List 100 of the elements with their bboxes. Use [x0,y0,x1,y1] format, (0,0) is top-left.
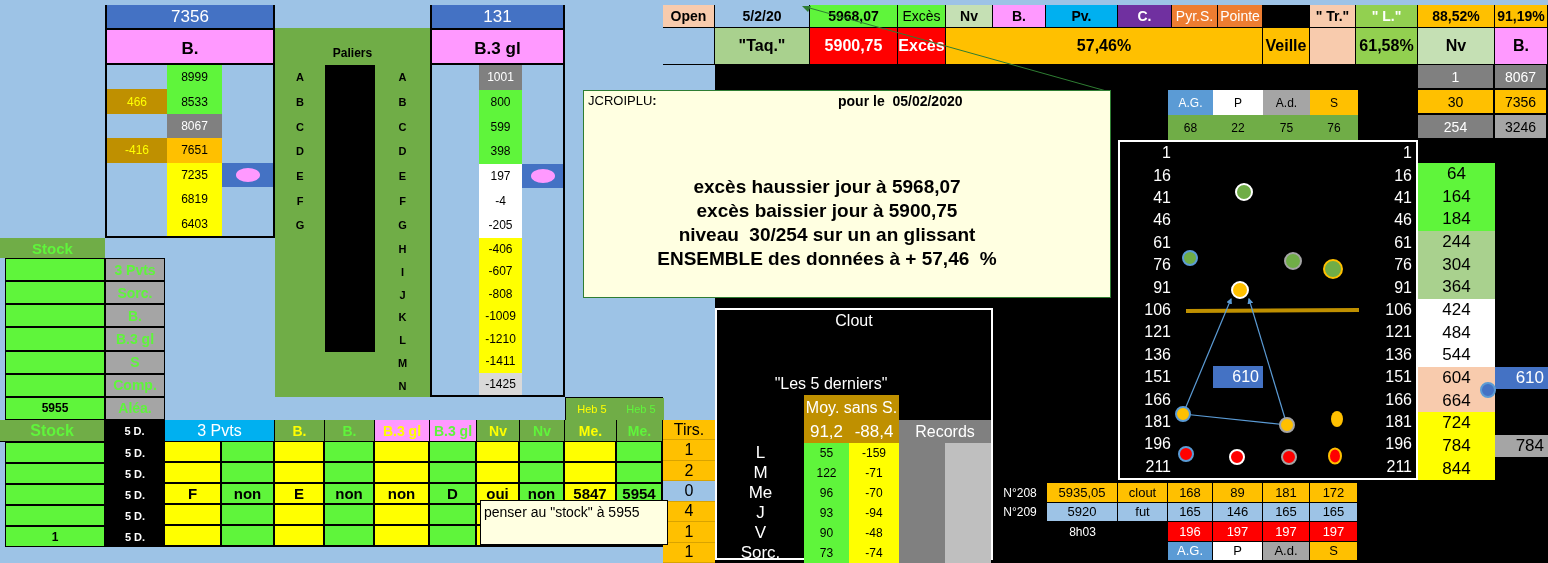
level-letter: E [397,169,408,185]
level-label: 91 [1152,277,1172,298]
sheet-cell: 6819 [167,187,222,212]
sheet-cell: -159 [849,443,899,463]
sheet-cell: -88,4 [849,420,899,443]
sheet-cell: 165 [1263,502,1310,522]
sheet-cell [430,505,477,526]
sheet-cell: 7356 [1495,90,1548,115]
sheet-cell: Sorc. [105,281,165,305]
sheet-cell: A.G. [1168,90,1213,115]
sheet-cell: P [1213,541,1263,561]
panel-title: Clout [834,311,874,331]
sheet-cell: 184 [1418,208,1495,231]
sheet-cell [222,526,275,547]
sheet-cell: Aléa. [105,396,165,420]
sheet-cell: A.d. [1263,90,1310,115]
sheet-cell: -4 [479,188,522,214]
sheet-cell: fut [1118,502,1168,522]
level-label: 181 [1143,412,1172,432]
level-label: 151 [1384,367,1413,388]
sheet-cell: B.3 gl [432,28,563,65]
sheet-cell: 484 [1418,321,1495,344]
sheet-cell: Pyr.S. [1172,5,1218,28]
sheet-cell: 466 [107,89,167,114]
sheet-cell: 165 [1168,502,1213,522]
level-letter: B [397,95,408,111]
dot-icon [530,169,555,184]
dot-icon [235,167,260,182]
level-label: 136 [1384,344,1413,365]
sheet-cell: B. [105,304,165,328]
sheet-cell: -1009 [479,305,522,328]
level-letter: H [397,242,408,258]
level-label: 16 [1393,165,1413,186]
level-label: 46 [1393,210,1413,231]
level-letter: G [294,218,306,234]
sheet-cell: S [1310,90,1358,115]
sheet-cell: -808 [479,282,522,306]
row-label: Sorc. [739,543,782,563]
level-label: 106 [1384,300,1413,320]
sheet-cell: 398 [479,139,522,164]
level-letter: M [396,355,409,371]
level-label: 121 [1384,322,1413,343]
sheet-cell: Nv [477,420,520,442]
sheet-cell: 5 D. [105,484,165,505]
level-label: 121 [1143,322,1172,343]
sheet-cell: 88,52% [1418,5,1495,28]
sheet-cell: Records [899,420,991,443]
sheet-cell: B.3 gl [105,327,165,351]
sheet-cell: 5/2/20 [715,5,810,28]
sheet-cell: 57,46% [946,28,1263,65]
row-label: M [752,463,769,483]
sheet-cell: 1 [5,526,105,547]
level-label: 41 [1152,188,1172,208]
sheet-cell: 5900,75 [810,28,898,65]
sheet-cell: Excès [898,5,946,28]
sheet-cell [325,526,375,547]
sheet-cell: 364 [1418,276,1495,299]
sheet-cell: 3 Pvts [105,258,165,282]
sheet-cell: S [105,350,165,374]
sheet-cell: 30 [1418,90,1495,115]
sheet-cell: 91,2 [804,420,849,443]
sheet-cell: Stock [0,420,105,442]
sheet-cell [520,442,565,463]
sheet-cell: 93 [804,503,849,523]
row-label: Me [747,483,774,503]
sheet-cell [375,463,430,484]
sheet-cell: D [430,484,477,505]
comment-author: JCROIPLU: [588,93,658,109]
sheet-cell [430,526,477,547]
sheet-cell: -48 [849,523,899,543]
sheet-cell [375,442,430,463]
sheet-cell: -71 [849,463,899,483]
level-label: 1 [1402,143,1413,164]
sheet-cell: 7356 [107,5,273,28]
sheet-cell [325,463,375,484]
sheet-cell: -94 [849,503,899,523]
sheet-cell [617,442,663,463]
sheet-cell [165,442,222,463]
sheet-cell: 610 [1213,366,1263,389]
sheet-cell: 254 [1418,115,1495,140]
sheet-cell [375,505,430,526]
sheet-cell: 784 [1495,434,1548,458]
sheet-cell: 8999 [167,65,222,90]
sheet-cell: 3 Pvts [165,420,275,442]
sheet-cell: S [1310,541,1358,561]
sheet-cell: 1 [1418,65,1495,90]
sheet-cell: 5935,05 [1047,483,1118,503]
sheet-cell: 73 [804,543,849,563]
sheet-cell [477,442,520,463]
level-label: 76 [1152,255,1172,276]
sheet-cell: 68 [1168,115,1213,140]
sheet-cell: clout [1118,483,1168,503]
sheet-cell [477,463,520,484]
sheet-cell: Moy. sans S. [804,395,899,420]
level-label: 106 [1143,300,1172,320]
sheet-cell: 197 [1263,522,1310,542]
sheet-cell: -205 [479,213,522,238]
comment-date: pour le 05/02/2020 [838,93,963,109]
sheet-cell: Pointe [1218,5,1263,28]
sheet-cell: 800 [479,89,522,115]
